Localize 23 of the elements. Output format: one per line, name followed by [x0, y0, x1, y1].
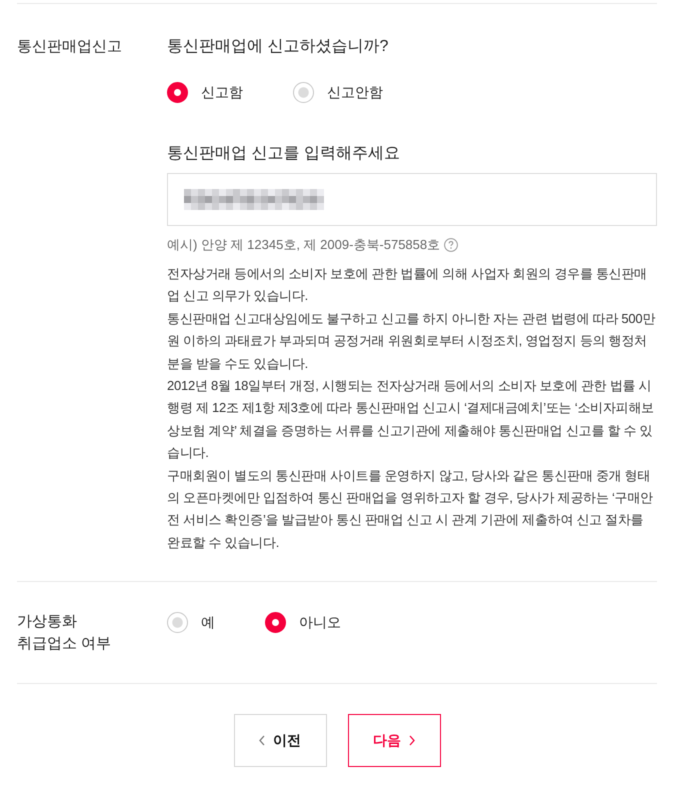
radio-label[interactable]: 아니오	[299, 611, 341, 634]
chevron-right-icon	[409, 735, 415, 746]
notice-paragraph: 구매회원이 별도의 통신판매 사이트를 운영하지 않고, 당사와 같은 통신판매 중개 형태의 오픈마켓에만 입점하여 통신 판매업을 영위하고자 할 경우, 당사가 제공하는 ‘구매안전 서비스 확인증’을 발급받아 통신 판매업 신고 시 관계 기관에 제출하여 신고 절차를 완료할 수 있습니다.	[167, 466, 654, 552]
notice-paragraph: 2012년 8월 18일부터 개정, 시행되는 전자상거래 등에서의 소비자 보호에 관한 법률 시행령 제 12조 제1항 제3호에 따라 통신판매업 신고시 ‘결제대금예치’또는 ‘소비자피해보상보험 계약’ 체결을 증명하는 서류를 신고기관에 제출해야 통신판매업 신고를 할 수 있습니다.	[167, 377, 655, 462]
radio-button[interactable]	[167, 612, 188, 633]
radio-label[interactable]: 예	[201, 611, 215, 634]
next-button[interactable]: 다음	[348, 714, 440, 768]
radio-label[interactable]: 신고안함	[327, 81, 383, 103]
notice-paragraph: 통신판매업 신고대상임에도 불구하고 신고를 하지 아니한 자는 관련 법령에 따라 500만원 이하의 과태료가 부과되며 공정거래 위원회로부터 시정조치, 영업정지 등의 행정처분을 받을 수도 있습니다.	[167, 310, 656, 373]
radio-button[interactable]	[293, 82, 314, 102]
question-text: 통신판매업에 신고하셨습니까?	[167, 37, 390, 57]
input-field[interactable]	[167, 173, 657, 226]
notice-paragraph: 전자상거래 등에서의 소비자 보호에 관한 법률에 의해 사업자 회원의 경우를 통신판매업 신고 의무가 있습니다.	[167, 265, 648, 306]
radio-button[interactable]	[265, 612, 286, 633]
help-icon[interactable]	[444, 238, 458, 252]
section-label: 통신판매업신고	[17, 37, 123, 57]
radio-button[interactable]	[167, 82, 188, 102]
input-heading: 통신판매업 신고를 입력해주세요	[167, 144, 401, 164]
previous-button[interactable]: 이전	[234, 714, 326, 768]
example-text: 예시) 안양 제 12345호, 제 2009-충북-575858호	[167, 236, 440, 254]
section-label: 가상통화 취급업소 여부	[17, 612, 112, 654]
chevron-left-icon	[259, 735, 265, 746]
radio-label[interactable]: 신고함	[201, 81, 243, 103]
